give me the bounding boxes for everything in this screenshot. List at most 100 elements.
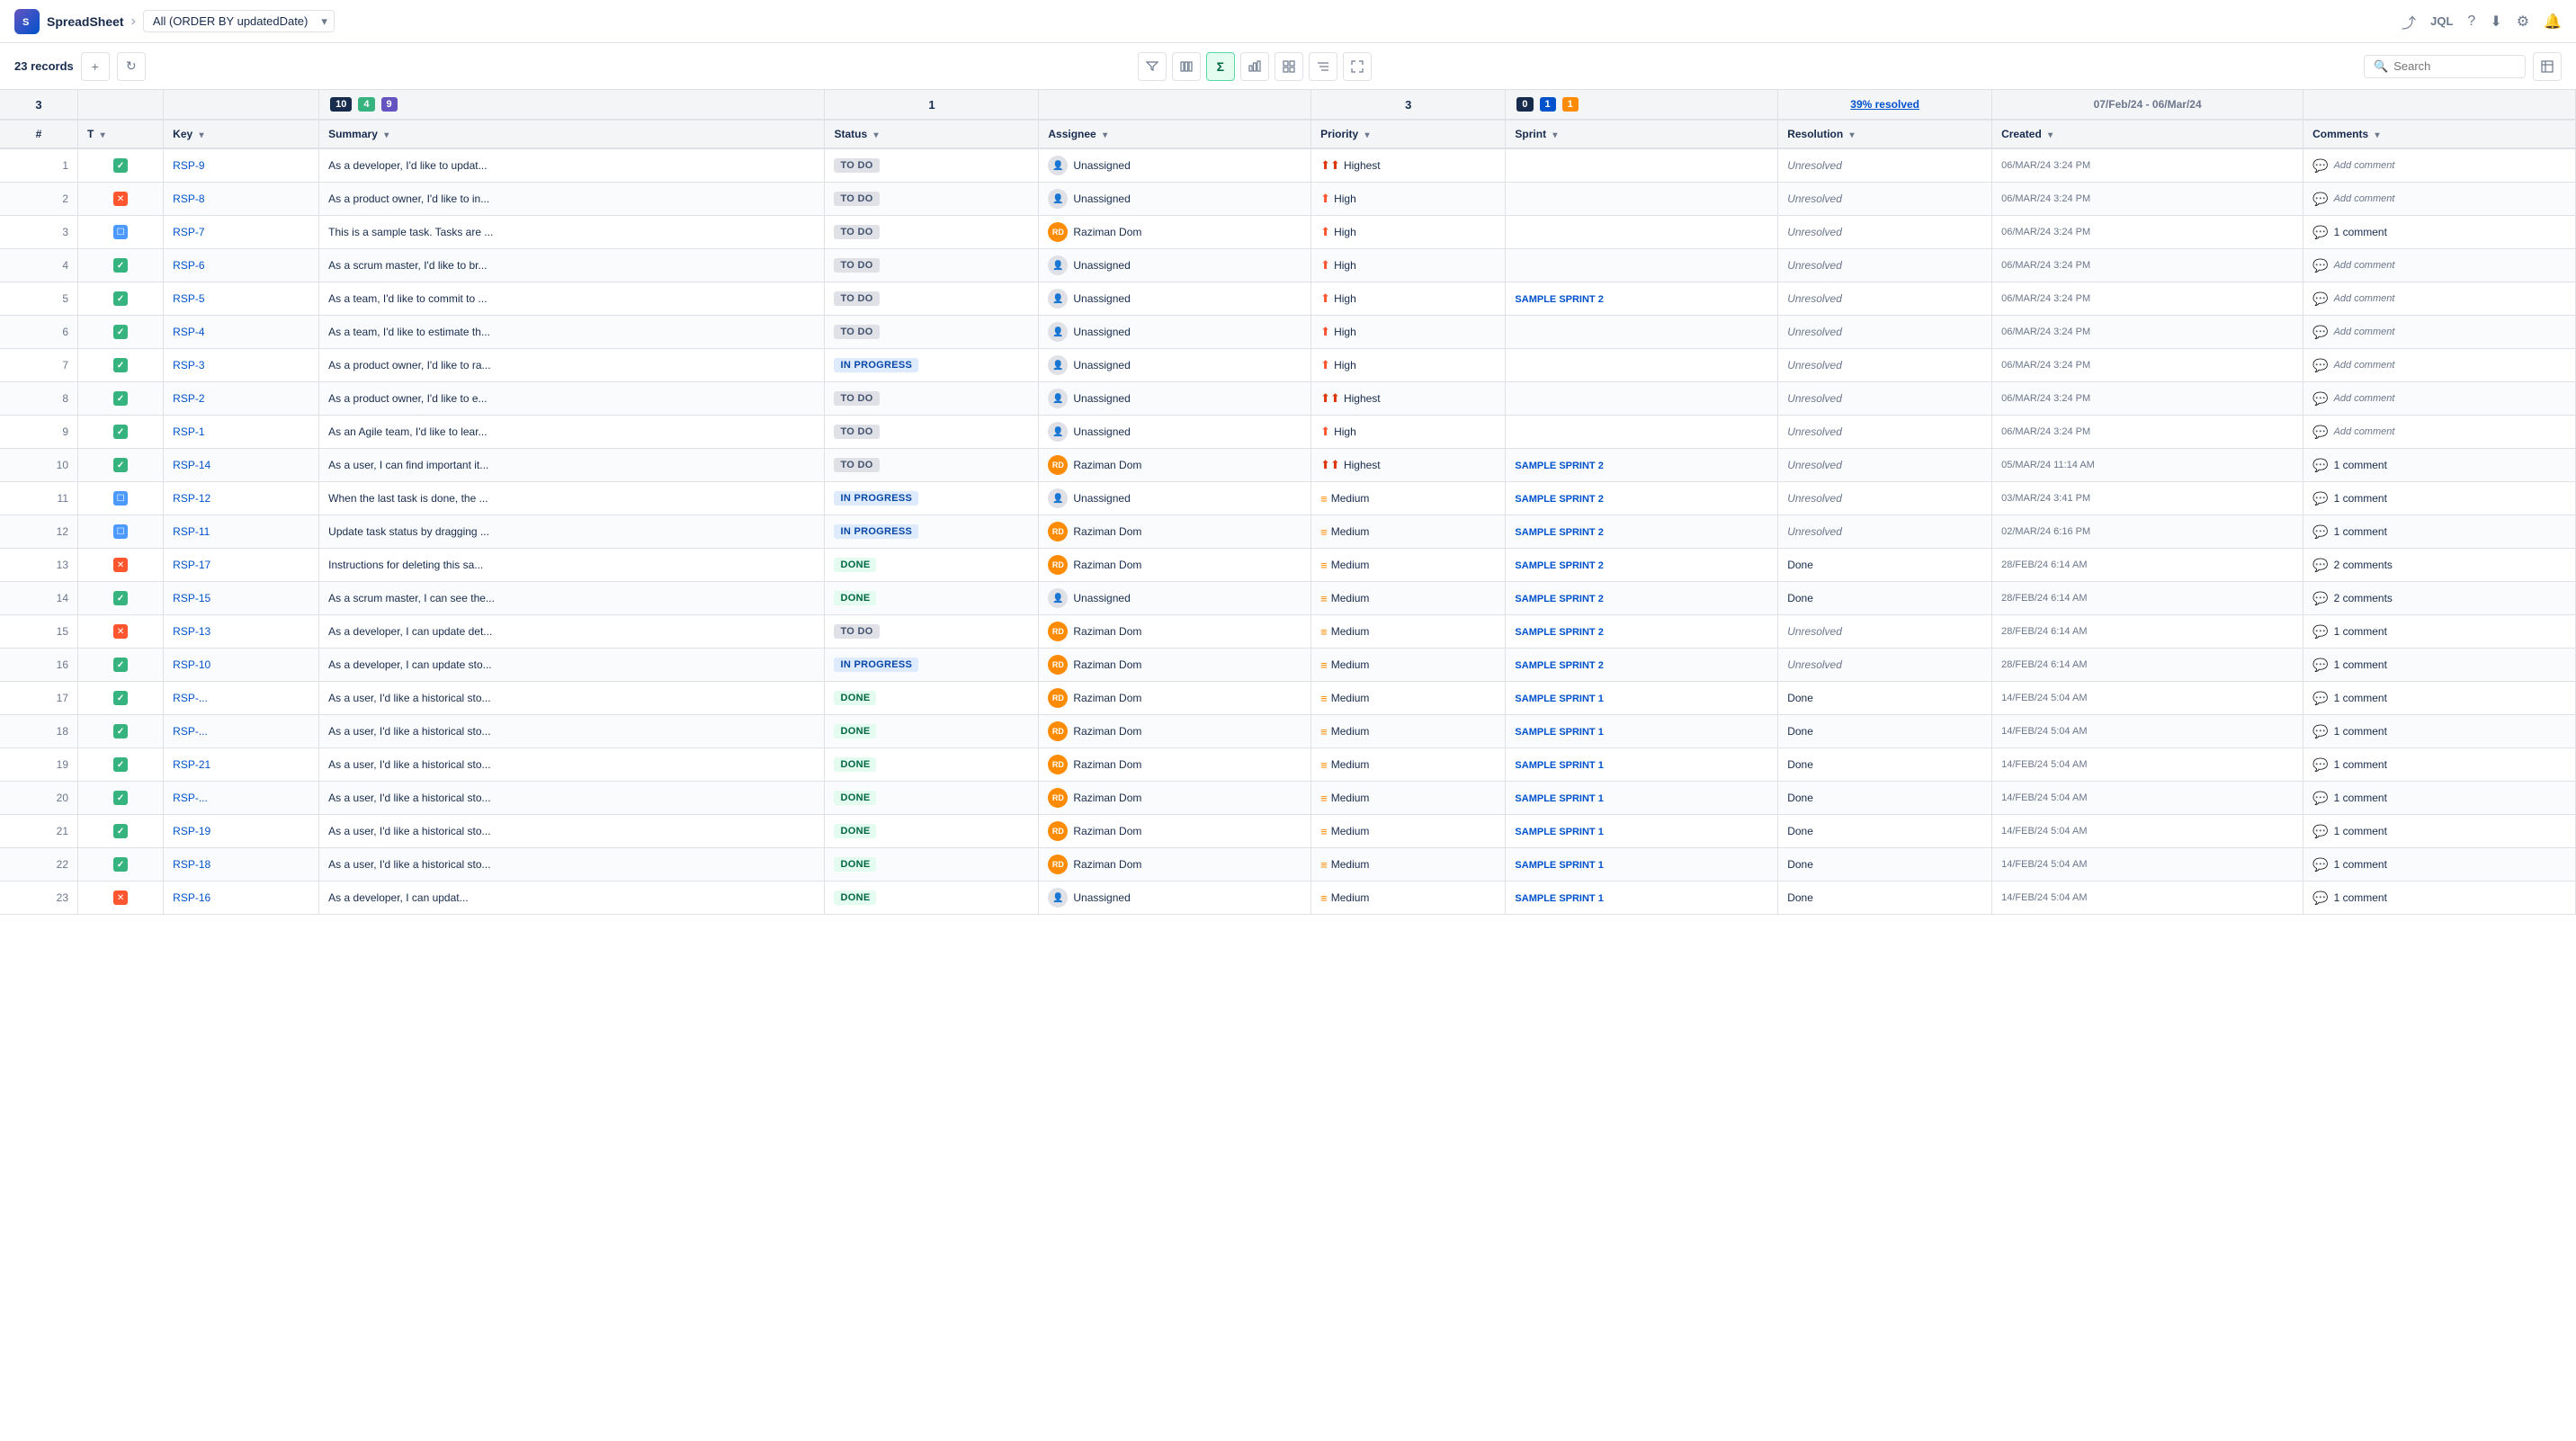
chart-button[interactable] — [1240, 52, 1269, 81]
view-dropdown[interactable]: All (ORDER BY updatedDate) — [143, 10, 335, 32]
issue-key-link[interactable]: RSP-2 — [173, 392, 204, 405]
sprint-badge[interactable]: SAMPLE SPRINT 1 — [1515, 694, 1603, 704]
help-icon[interactable]: ? — [2467, 13, 2475, 30]
row-key[interactable]: RSP-17 — [164, 549, 319, 582]
row-key[interactable]: RSP-19 — [164, 815, 319, 848]
issue-key-link[interactable]: RSP-4 — [173, 326, 204, 338]
columns-button[interactable] — [1172, 52, 1201, 81]
refresh-button[interactable]: ↻ — [117, 52, 146, 81]
app-logo[interactable]: S — [14, 9, 40, 34]
sprint-badge[interactable]: SAMPLE SPRINT 2 — [1515, 461, 1603, 471]
row-key[interactable]: RSP-11 — [164, 515, 319, 549]
issue-key-link[interactable]: RSP-11 — [173, 525, 210, 538]
issue-key-link[interactable]: RSP-7 — [173, 226, 204, 238]
filter-button[interactable] — [1138, 52, 1167, 81]
issue-key-link[interactable]: RSP-6 — [173, 259, 204, 272]
add-comment[interactable]: Add comment — [2334, 426, 2395, 437]
add-comment[interactable]: Add comment — [2334, 360, 2395, 371]
col-header-assignee[interactable]: Assignee ▾ — [1039, 120, 1311, 148]
issue-key-link[interactable]: RSP-21 — [173, 758, 210, 771]
row-key[interactable]: RSP-7 — [164, 216, 319, 249]
col-header-key[interactable]: Key ▾ — [164, 120, 319, 148]
share-icon[interactable]: ⤴ — [2402, 11, 2416, 32]
issue-key-link[interactable]: RSP-5 — [173, 292, 204, 305]
expand-button[interactable] — [1343, 52, 1372, 81]
row-key[interactable]: RSP-6 — [164, 249, 319, 282]
row-key[interactable]: RSP-12 — [164, 482, 319, 515]
issue-key-link[interactable]: RSP-19 — [173, 825, 210, 837]
issue-key-link[interactable]: RSP-17 — [173, 559, 210, 571]
issue-key-link[interactable]: RSP-14 — [173, 459, 210, 471]
sprint-badge[interactable]: SAMPLE SPRINT 1 — [1515, 760, 1603, 771]
sprint-badge[interactable]: SAMPLE SPRINT 1 — [1515, 727, 1603, 738]
row-key[interactable]: RSP-... — [164, 682, 319, 715]
sprint-badge[interactable]: SAMPLE SPRINT 2 — [1515, 594, 1603, 604]
sprint-badge[interactable]: SAMPLE SPRINT 1 — [1515, 827, 1603, 837]
download-icon[interactable]: ⬇ — [2490, 13, 2501, 31]
col-header-priority[interactable]: Priority ▾ — [1311, 120, 1506, 148]
sprint-badge[interactable]: SAMPLE SPRINT 2 — [1515, 560, 1603, 571]
add-comment[interactable]: Add comment — [2334, 293, 2395, 304]
sprint-badge[interactable]: SAMPLE SPRINT 1 — [1515, 893, 1603, 904]
row-key[interactable]: RSP-14 — [164, 449, 319, 482]
col-header-status[interactable]: Status ▾ — [825, 120, 1039, 148]
col-header-created[interactable]: Created ▾ — [1992, 120, 2303, 148]
add-comment[interactable]: Add comment — [2334, 160, 2395, 171]
issue-key-link[interactable]: RSP-13 — [173, 625, 210, 638]
sprint-badge[interactable]: SAMPLE SPRINT 1 — [1515, 860, 1603, 871]
sum-button[interactable]: Σ — [1206, 52, 1235, 81]
row-key[interactable]: RSP-8 — [164, 183, 319, 216]
row-key[interactable]: RSP-9 — [164, 148, 319, 183]
issue-key-link[interactable]: RSP-12 — [173, 492, 210, 505]
sprint-badge[interactable]: SAMPLE SPRINT 2 — [1515, 294, 1603, 305]
col-header-type[interactable]: T ▾ — [78, 120, 164, 148]
settings-icon[interactable]: ⚙ — [2517, 13, 2529, 31]
col-header-comments[interactable]: Comments ▾ — [2303, 120, 2576, 148]
col-header-summary[interactable]: Summary ▾ — [319, 120, 825, 148]
row-key[interactable]: RSP-4 — [164, 316, 319, 349]
grid-button[interactable] — [1275, 52, 1303, 81]
row-key[interactable]: RSP-21 — [164, 748, 319, 782]
add-comment[interactable]: Add comment — [2334, 260, 2395, 271]
issue-key-link[interactable]: RSP-... — [173, 792, 208, 804]
sprint-badge[interactable]: SAMPLE SPRINT 2 — [1515, 627, 1603, 638]
view-selector[interactable]: All (ORDER BY updatedDate) — [143, 10, 335, 32]
row-key[interactable]: RSP-... — [164, 715, 319, 748]
row-key[interactable]: RSP-16 — [164, 882, 319, 915]
row-key[interactable]: RSP-5 — [164, 282, 319, 316]
sprint-badge[interactable]: SAMPLE SPRINT 1 — [1515, 793, 1603, 804]
search-box[interactable]: 🔍 — [2364, 55, 2526, 78]
add-comment[interactable]: Add comment — [2334, 327, 2395, 337]
search-input[interactable] — [2393, 59, 2501, 73]
issue-key-link[interactable]: RSP-15 — [173, 592, 210, 604]
issue-key-link[interactable]: RSP-... — [173, 725, 208, 738]
row-key[interactable]: RSP-... — [164, 782, 319, 815]
sprint-badge[interactable]: SAMPLE SPRINT 2 — [1515, 527, 1603, 538]
sprint-badge[interactable]: SAMPLE SPRINT 2 — [1515, 494, 1603, 505]
group-button[interactable] — [1309, 52, 1337, 81]
row-key[interactable]: RSP-3 — [164, 349, 319, 382]
row-key[interactable]: RSP-1 — [164, 416, 319, 449]
col-header-resolution[interactable]: Resolution ▾ — [1778, 120, 1992, 148]
issue-key-link[interactable]: RSP-3 — [173, 359, 204, 371]
col-header-sprint[interactable]: Sprint ▾ — [1506, 120, 1778, 148]
add-comment[interactable]: Add comment — [2334, 193, 2395, 204]
settings-grid-button[interactable] — [2533, 52, 2562, 81]
issue-key-link[interactable]: RSP-1 — [173, 425, 204, 438]
issue-key-link[interactable]: RSP-... — [173, 692, 208, 704]
row-key[interactable]: RSP-10 — [164, 649, 319, 682]
row-key[interactable]: RSP-18 — [164, 848, 319, 882]
add-button[interactable]: + — [81, 52, 110, 81]
add-comment[interactable]: Add comment — [2334, 393, 2395, 404]
sprint-badge[interactable]: SAMPLE SPRINT 2 — [1515, 660, 1603, 671]
issue-key-link[interactable]: RSP-9 — [173, 159, 204, 172]
row-key[interactable]: RSP-13 — [164, 615, 319, 649]
row-key[interactable]: RSP-15 — [164, 582, 319, 615]
issue-key-link[interactable]: RSP-8 — [173, 192, 204, 205]
issue-key-link[interactable]: RSP-18 — [173, 858, 210, 871]
issue-key-link[interactable]: RSP-16 — [173, 891, 210, 904]
col-header-num[interactable]: # — [0, 120, 78, 148]
jql-button[interactable]: JQL — [2430, 14, 2453, 28]
resolved-link[interactable]: 39% resolved — [1850, 98, 1919, 111]
notifications-icon[interactable]: 🔔 — [2544, 13, 2562, 31]
